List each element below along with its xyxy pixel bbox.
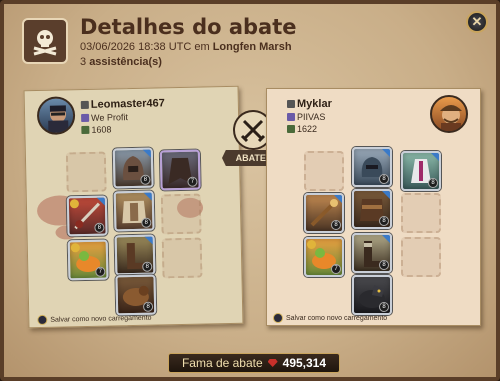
victim-guild: PIIVAS <box>287 112 325 122</box>
fame-value: 495,314 <box>282 356 327 370</box>
save-loadout-button[interactable]: Salvar como novo carregamento <box>37 313 152 326</box>
cape-slot[interactable]: 7 <box>159 149 201 191</box>
kill-details-window: Detalhes do abate 03/06/2026 18:38 UTC e… <box>0 0 500 381</box>
killer-avatar <box>36 96 76 135</box>
item-power-icon <box>287 125 295 133</box>
victim-name: Myklar <box>287 98 332 110</box>
food-slot[interactable]: 7 <box>67 239 109 281</box>
close-button[interactable]: ✕ <box>466 11 488 33</box>
weapon-slot[interactable]: 8 <box>66 195 108 237</box>
helmet-slot[interactable]: 8 <box>112 147 154 189</box>
fame-label: Fama de abate <box>181 356 263 370</box>
guild-shield-icon <box>287 113 295 121</box>
killer-panel: Leomaster467 We Profit 1608 8 7 8 8 7 8 … <box>23 85 244 329</box>
save-icon <box>273 313 283 323</box>
victim-panel: Myklar PIIVAS 1622 8 8 8 8 7 8 8 Salvar … <box>266 88 481 326</box>
armor-slot[interactable]: 8 <box>352 189 392 229</box>
offhand-slot-empty <box>160 193 202 235</box>
killer-name: Leomaster467 <box>80 97 165 111</box>
potion-slot-empty <box>161 237 203 279</box>
potion-slot-empty <box>401 237 441 277</box>
guild-shield-icon <box>81 113 90 123</box>
save-loadout-button[interactable]: Salvar como novo carregamento <box>273 313 387 323</box>
killer-item-power: 1608 <box>81 124 112 135</box>
mount-slot[interactable]: 8 <box>115 274 157 316</box>
kill-date: 03/06/2026 18:38 UTC em Longfen Marsh <box>80 41 292 53</box>
fame-gem-icon <box>267 359 278 367</box>
close-icon: ✕ <box>471 14 483 29</box>
page-title: Detalhes do abate <box>80 15 297 39</box>
offhand-slot-empty <box>401 193 441 233</box>
victim-item-power: 1622 <box>287 124 317 134</box>
item-power-icon <box>81 125 90 135</box>
mount-slot[interactable]: 8 <box>352 275 392 315</box>
food-slot[interactable]: 7 <box>304 237 344 277</box>
assists-count: 3 assistência(s) <box>80 56 162 68</box>
boots-slot[interactable]: 8 <box>352 233 392 273</box>
rank-icon <box>287 100 295 108</box>
killer-guild: We Profit <box>81 112 128 123</box>
bag-slot-empty <box>65 151 107 193</box>
save-icon <box>37 314 48 326</box>
bag-slot-empty <box>304 151 344 191</box>
helmet-slot[interactable]: 8 <box>352 147 392 187</box>
rank-icon <box>80 100 89 110</box>
cape-slot[interactable]: 8 <box>401 151 441 191</box>
kill-fame-bar: Fama de abate 495,314 <box>168 353 340 373</box>
boots-slot[interactable]: 8 <box>114 234 156 276</box>
weapon-slot[interactable]: 8 <box>304 193 344 233</box>
skull-crossbones-icon <box>22 18 68 64</box>
victim-avatar <box>430 95 468 133</box>
location: Longfen Marsh <box>212 41 292 53</box>
armor-slot[interactable]: 8 <box>113 190 155 232</box>
